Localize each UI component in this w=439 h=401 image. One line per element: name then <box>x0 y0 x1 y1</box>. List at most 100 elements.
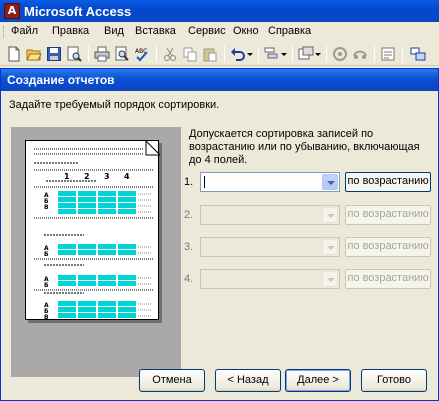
sort-row-3-number: 3. <box>184 241 194 253</box>
relationships-icon[interactable] <box>352 46 368 62</box>
sort-description: Допускается сортировка записей по возрас… <box>189 128 420 166</box>
preview-cell <box>78 301 96 306</box>
sort-order-3-button[interactable]: по возрастанию <box>345 237 431 257</box>
print-icon[interactable] <box>94 46 110 62</box>
menu-window[interactable]: Окно <box>233 25 259 37</box>
cancel-button[interactable]: Отмена <box>139 369 205 392</box>
chevron-down-icon[interactable] <box>322 239 338 255</box>
analyze-dropdown-icon[interactable] <box>280 46 288 62</box>
preview-column-number: 1 <box>64 172 70 181</box>
toolbar-separator <box>88 46 89 62</box>
preview-cell <box>98 209 116 214</box>
sort-field-1-combo[interactable] <box>200 172 340 192</box>
app-title: Microsoft Access <box>24 4 132 19</box>
preview-cell <box>78 250 96 255</box>
preview-cell <box>118 313 136 318</box>
sort-row-1-number: 1. <box>184 176 194 188</box>
preview-cell <box>78 244 96 249</box>
preview-column-number: 2 <box>84 172 90 181</box>
preview-cell <box>58 307 76 312</box>
menu-insert[interactable]: Вставка <box>135 25 176 37</box>
preview-cell <box>58 281 76 286</box>
chevron-down-icon[interactable] <box>322 207 338 223</box>
paste-icon[interactable] <box>202 46 218 62</box>
finish-button[interactable]: Готово <box>361 369 427 392</box>
preview-cell <box>98 191 116 196</box>
menu-view[interactable]: Вид <box>104 25 124 37</box>
preview-row-letter: В <box>44 204 49 211</box>
toolbar-separator <box>326 46 327 62</box>
toolbar-separator <box>224 46 225 62</box>
toolbar: ABC <box>0 42 439 66</box>
search-icon[interactable] <box>66 46 82 62</box>
preview-cell <box>78 275 96 280</box>
sort-order-4-button[interactable]: по возрастанию <box>345 269 431 289</box>
preview-cell <box>118 281 136 286</box>
dialog-title: Создание отчетов <box>1 69 438 91</box>
print-preview-icon[interactable] <box>114 46 130 62</box>
sort-field-4-combo[interactable] <box>200 269 340 289</box>
menu-help[interactable]: Справка <box>268 25 311 37</box>
spelling-icon[interactable]: ABC <box>134 46 150 62</box>
preview-cell <box>58 244 76 249</box>
app-title-bar: A Microsoft Access <box>0 0 439 22</box>
preview-row-letter: В <box>44 314 49 321</box>
preview-cell <box>118 250 136 255</box>
preview-cell <box>98 307 116 312</box>
sort-order-1-button[interactable]: по возрастанию <box>345 172 431 192</box>
preview-cell <box>118 197 136 202</box>
preview-cell <box>118 307 136 312</box>
menu-bar: Файл Правка Вид Вставка Сервис Окно Спра… <box>0 22 439 42</box>
sort-row-4-number: 4. <box>184 273 194 285</box>
code-icon[interactable] <box>332 46 348 62</box>
cut-icon[interactable] <box>162 46 178 62</box>
sort-field-2-combo[interactable] <box>200 205 340 225</box>
sort-field-3-combo[interactable] <box>200 237 340 257</box>
preview-column-number: 4 <box>124 172 130 181</box>
preview-row-letter: Б <box>44 251 49 258</box>
toolbar-separator <box>156 46 157 62</box>
properties-icon[interactable] <box>380 46 396 62</box>
undo-icon[interactable] <box>230 46 246 62</box>
chevron-down-icon[interactable] <box>322 174 338 190</box>
menu-edit[interactable]: Правка <box>52 25 89 37</box>
preview-cell <box>98 244 116 249</box>
sort-order-2-button[interactable]: по возрастанию <box>345 205 431 225</box>
undo-dropdown-icon[interactable] <box>246 46 254 62</box>
access-logo-icon: A <box>4 3 20 19</box>
office-links-icon[interactable] <box>298 46 314 62</box>
preview-cell <box>58 203 76 208</box>
report-groups: AБВAБAБAБВ <box>34 191 154 321</box>
new-icon[interactable] <box>6 46 22 62</box>
preview-cell <box>98 250 116 255</box>
preview-cell <box>58 250 76 255</box>
menu-tools[interactable]: Сервис <box>188 25 226 37</box>
menu-file[interactable]: Файл <box>11 25 38 37</box>
open-icon[interactable] <box>26 46 42 62</box>
preview-cell <box>98 301 116 306</box>
preview-cell <box>118 203 136 208</box>
preview-cell <box>78 281 96 286</box>
preview-cell <box>78 197 96 202</box>
sort-row-2-number: 2. <box>184 209 194 221</box>
instruction-text: Задайте требуемый порядок сортировки. <box>9 99 220 111</box>
toolbar-separator <box>374 46 375 62</box>
preview-cell <box>78 313 96 318</box>
preview-row-letter: Б <box>44 282 49 289</box>
new-object-icon[interactable] <box>410 46 426 62</box>
chevron-down-icon[interactable] <box>322 271 338 287</box>
preview-cell <box>58 275 76 280</box>
next-button[interactable]: Далее > <box>285 369 351 392</box>
toolbar-separator <box>258 46 259 62</box>
save-icon[interactable] <box>46 46 62 62</box>
preview-cell <box>98 313 116 318</box>
office-links-dropdown-icon[interactable] <box>314 46 322 62</box>
copy-icon[interactable] <box>182 46 198 62</box>
menu-grip-icon <box>3 26 6 38</box>
analyze-icon[interactable] <box>264 46 280 62</box>
preview-cell <box>58 197 76 202</box>
back-button[interactable]: < Назад <box>215 369 281 392</box>
toolbar-separator <box>402 46 403 62</box>
text-caret <box>204 176 205 188</box>
preview-cell <box>118 301 136 306</box>
